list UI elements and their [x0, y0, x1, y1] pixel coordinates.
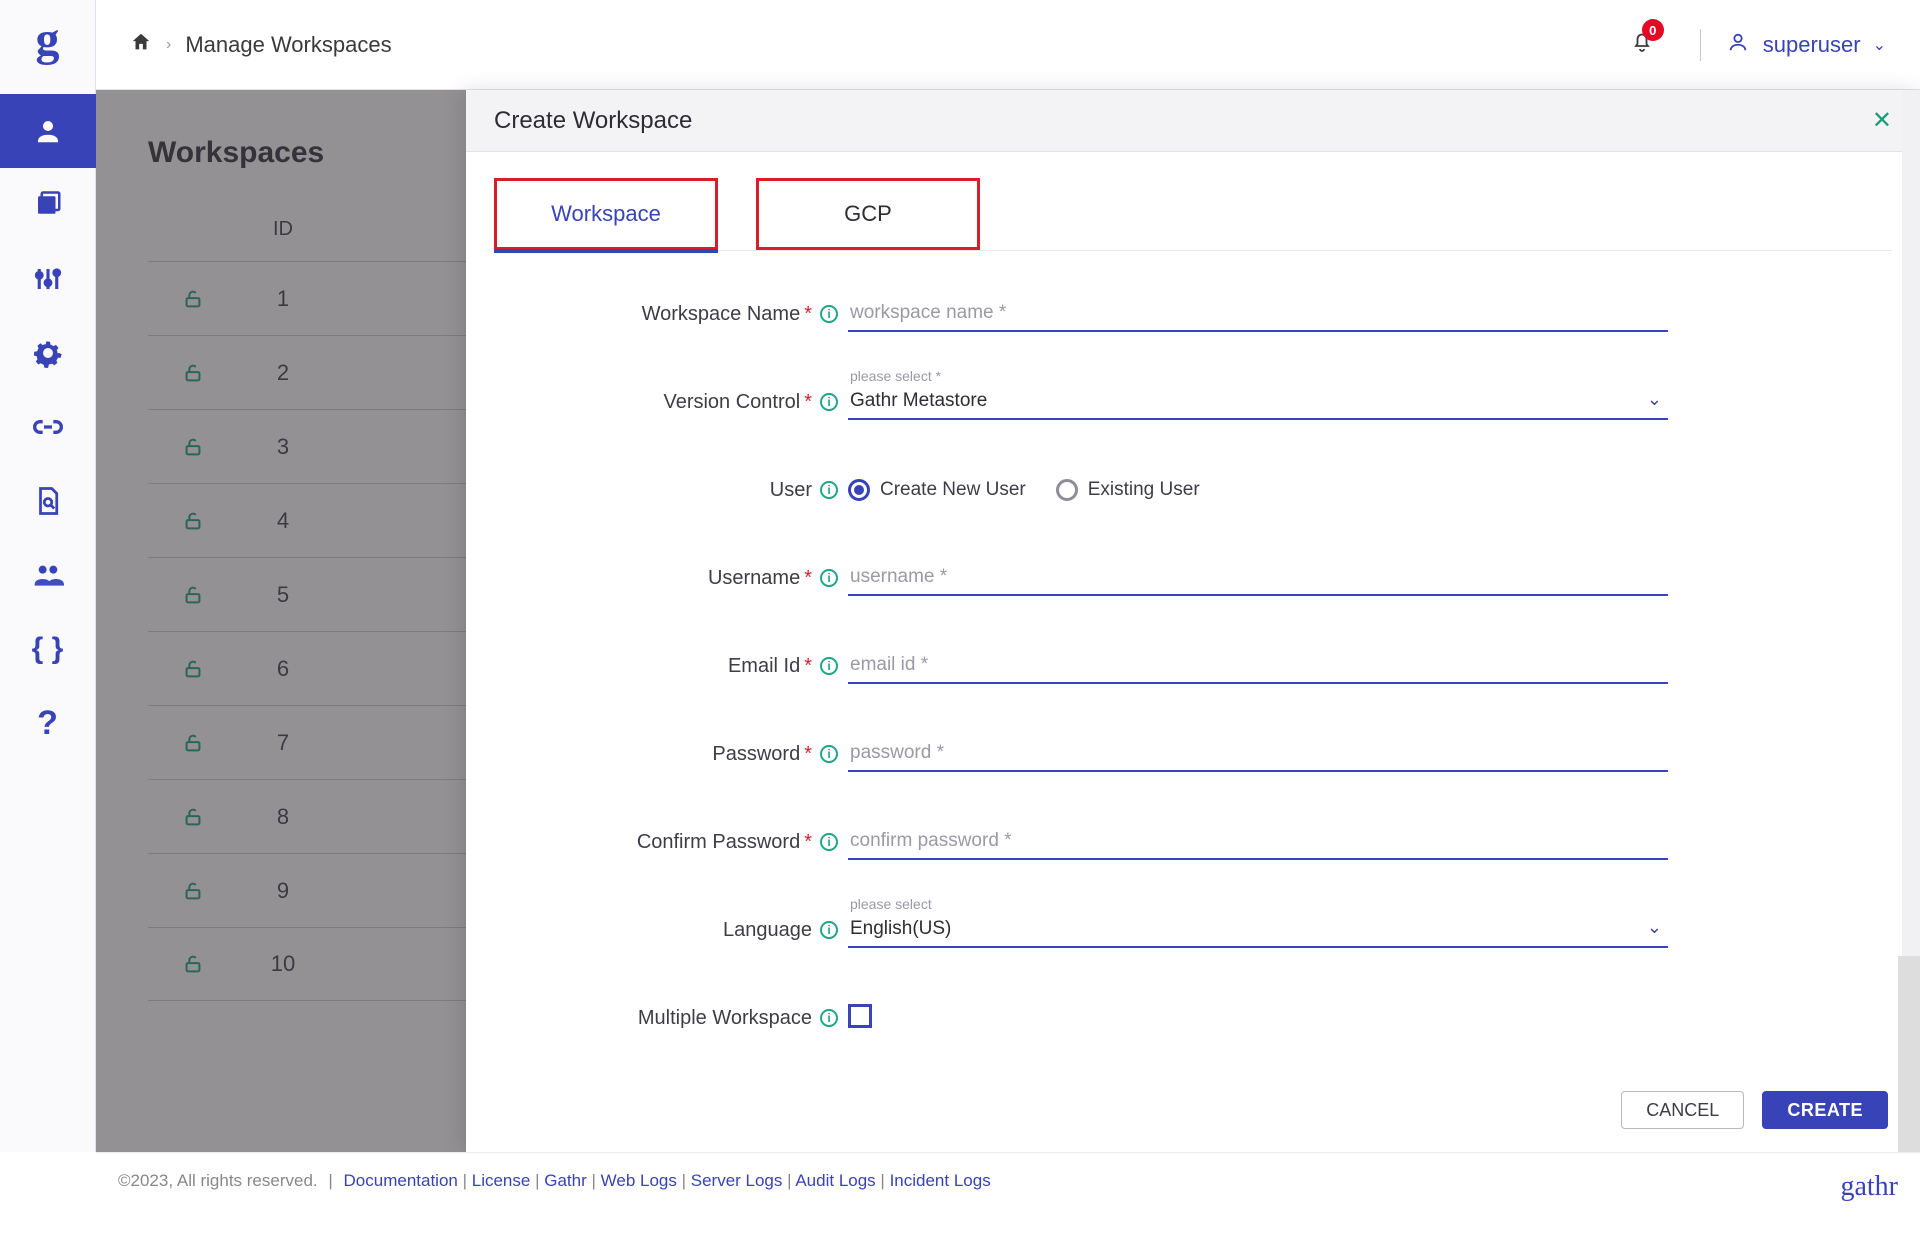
tab-workspace[interactable]: Workspace: [494, 178, 718, 250]
home-icon[interactable]: [130, 31, 152, 59]
logo-icon: g: [26, 12, 70, 66]
nav-link-icon[interactable]: [0, 390, 96, 464]
confirm-password-input[interactable]: [848, 824, 1668, 860]
user-menu[interactable]: superuser: [1763, 32, 1861, 58]
copyright: ©2023, All rights reserved.: [118, 1171, 318, 1191]
info-icon[interactable]: i: [820, 833, 838, 851]
info-icon[interactable]: i: [820, 305, 838, 323]
scrollbar[interactable]: [1902, 90, 1920, 956]
nav-search-doc-icon[interactable]: [0, 464, 96, 538]
label-email: Email Id*i: [494, 655, 848, 678]
tab-gcp[interactable]: GCP: [756, 178, 980, 250]
nav-sliders-icon[interactable]: [0, 242, 96, 316]
info-icon[interactable]: i: [820, 393, 838, 411]
info-icon[interactable]: i: [820, 481, 838, 499]
info-icon[interactable]: i: [820, 745, 838, 763]
radio-create-new-user[interactable]: Create New User: [848, 479, 1026, 501]
info-icon[interactable]: i: [820, 1009, 838, 1027]
user-icon: [1727, 31, 1749, 59]
nav-projects-icon[interactable]: [0, 168, 96, 242]
scrollbar[interactable]: [1898, 956, 1920, 1152]
divider: [1700, 29, 1701, 61]
info-icon[interactable]: i: [820, 569, 838, 587]
language-select[interactable]: [848, 912, 1668, 948]
nav-settings-icon[interactable]: [0, 316, 96, 390]
label-multiple-workspace: Multiple Workspacei: [494, 1007, 848, 1030]
footer-link[interactable]: Server Logs: [691, 1171, 783, 1190]
label-confirm-password: Confirm Password*i: [494, 831, 848, 854]
info-icon[interactable]: i: [820, 657, 838, 675]
modal-title: Create Workspace: [494, 107, 692, 135]
footer: ©2023, All rights reserved. | Documentat…: [96, 1152, 1920, 1240]
nav-users-icon[interactable]: [0, 538, 96, 612]
topbar: › Manage Workspaces 0 superuser ⌄: [96, 0, 1920, 90]
sidebar: g { } ?: [0, 0, 96, 1152]
footer-link[interactable]: Documentation: [344, 1171, 458, 1190]
nav-workspaces-icon[interactable]: [0, 94, 96, 168]
email-input[interactable]: [848, 648, 1668, 684]
footer-link[interactable]: Incident Logs: [890, 1171, 991, 1190]
nav-braces-icon[interactable]: { }: [0, 612, 96, 686]
footer-link[interactable]: Web Logs: [601, 1171, 677, 1190]
info-icon[interactable]: i: [820, 921, 838, 939]
label-language: Languagei: [494, 919, 848, 942]
breadcrumb: Manage Workspaces: [185, 32, 391, 58]
version-control-select[interactable]: [848, 384, 1668, 420]
create-workspace-modal: Create Workspace ✕ Workspace GCP Workspa…: [466, 90, 1920, 1152]
username-input[interactable]: [848, 560, 1668, 596]
multiple-workspace-checkbox[interactable]: [848, 1004, 872, 1028]
footer-link[interactable]: License: [472, 1171, 531, 1190]
notification-badge: 0: [1642, 19, 1664, 41]
breadcrumb-separator: ›: [166, 36, 171, 54]
workspace-name-input[interactable]: [848, 296, 1668, 332]
notification-bell[interactable]: 0: [1630, 29, 1654, 60]
nav-help-icon[interactable]: ?: [0, 686, 96, 760]
password-input[interactable]: [848, 736, 1668, 772]
label-username: Username*i: [494, 567, 848, 590]
close-icon[interactable]: ✕: [1872, 106, 1892, 135]
label-version-control: Version Control*i: [494, 391, 848, 414]
create-button[interactable]: CREATE: [1762, 1091, 1888, 1129]
select-floating-label: please select: [850, 896, 932, 912]
cancel-button[interactable]: CANCEL: [1621, 1091, 1744, 1129]
label-workspace-name: Workspace Name*i: [494, 303, 848, 326]
chevron-down-icon[interactable]: ⌄: [1873, 35, 1886, 55]
label-user: Useri: [494, 479, 848, 502]
footer-link[interactable]: Audit Logs: [795, 1171, 875, 1190]
select-floating-label: please select *: [850, 368, 941, 384]
footer-link[interactable]: Gathr: [544, 1171, 587, 1190]
radio-existing-user[interactable]: Existing User: [1056, 479, 1200, 501]
label-password: Password*i: [494, 743, 848, 766]
footer-brand: gathr: [1840, 1171, 1898, 1203]
